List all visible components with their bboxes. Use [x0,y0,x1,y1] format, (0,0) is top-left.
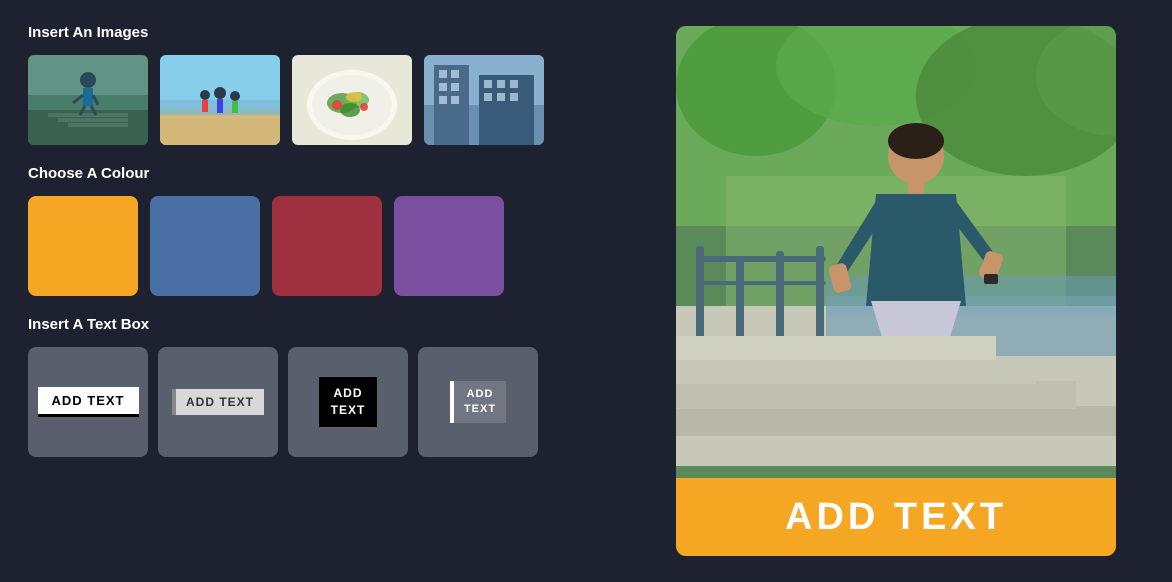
images-section: Insert An Images [28,24,592,145]
textbox-section: Insert A Text Box ADD TEXT ADD TEXT ADDT… [28,316,592,457]
textbox-label-4: ADDTEXT [464,387,496,418]
colour-swatch-orange[interactable] [28,196,138,296]
image-thumb-salad[interactable] [292,55,412,145]
textbox-label-1: ADD TEXT [52,393,125,408]
textbox-section-title: Insert A Text Box [28,316,592,333]
images-section-title: Insert An Images [28,24,592,41]
colour-swatch-blue[interactable] [150,196,260,296]
textbox-style2: ADD TEXT [172,389,264,415]
textbox-option-4[interactable]: ADDTEXT [418,347,538,457]
preview-image: ADD TEXT [676,26,1116,556]
textbox-label-2: ADD TEXT [186,395,254,409]
textbox-grid: ADD TEXT ADD TEXT ADDTEXT ADDTEXT [28,347,592,457]
textbox-option-2[interactable]: ADD TEXT [158,347,278,457]
textbox-style4: ADDTEXT [450,381,506,424]
colour-swatch-red[interactable] [272,196,382,296]
textbox-style1: ADD TEXT [38,387,139,417]
svg-text:ADD TEXT: ADD TEXT [785,496,1007,538]
textbox-option-1[interactable]: ADD TEXT [28,347,148,457]
image-thumb-beach[interactable] [160,55,280,145]
colours-grid [28,196,592,296]
textbox-style3: ADDTEXT [319,377,378,427]
colours-section-title: Choose A Colour [28,165,592,182]
left-panel: Insert An Images [0,0,620,582]
preview-svg: ADD TEXT [676,26,1116,556]
images-grid [28,55,592,145]
textbox-label-3: ADDTEXT [331,385,366,419]
colour-swatch-purple[interactable] [394,196,504,296]
textbox-option-3[interactable]: ADDTEXT [288,347,408,457]
colours-section: Choose A Colour [28,165,592,296]
preview-container: ADD TEXT [676,26,1116,556]
image-thumb-runner[interactable] [28,55,148,145]
right-panel: ADD TEXT [620,0,1172,582]
image-thumb-building[interactable] [424,55,544,145]
